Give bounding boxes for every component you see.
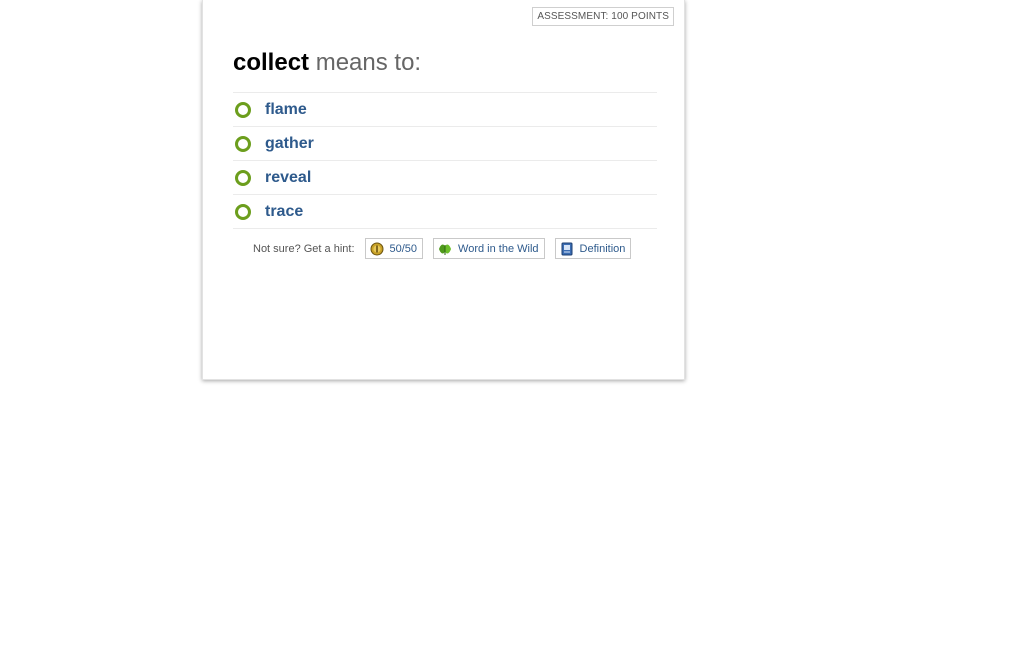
radio-icon[interactable]	[235, 101, 251, 118]
hint-fifty-fifty-button[interactable]: 50/50	[364, 238, 424, 259]
hint-word-in-the-wild-label: Word in the Wild	[458, 242, 539, 255]
choice-label: reveal	[265, 168, 312, 186]
choice-label: gather	[265, 134, 314, 152]
question-heading: collect means to:	[233, 46, 421, 80]
hint-definition-label: Definition	[579, 242, 626, 255]
coin-icon	[370, 242, 383, 255]
answer-choice-flame[interactable]: flame	[233, 93, 657, 127]
leaf-icon	[439, 244, 452, 255]
radio-icon[interactable]	[235, 169, 251, 186]
answer-choice-reveal[interactable]: reveal	[233, 161, 657, 195]
question-prompt: means to:	[309, 49, 422, 76]
book-icon	[561, 242, 573, 255]
radio-icon[interactable]	[235, 135, 251, 152]
question-word: collect	[233, 49, 310, 76]
question-card: ASSESSMENT: 100 POINTS collect means to:…	[202, 0, 685, 380]
hint-prompt: Not sure? Get a hint:	[253, 242, 355, 255]
answer-choice-gather[interactable]: gather	[233, 127, 657, 161]
answer-choice-trace[interactable]: trace	[233, 195, 657, 229]
assessment-points-badge: ASSESSMENT: 100 POINTS	[532, 7, 674, 26]
hint-word-in-the-wild-button[interactable]: Word in the Wild	[433, 238, 545, 259]
hint-bar: Not sure? Get a hint: 50/50 Word in the …	[253, 238, 641, 259]
choice-label: trace	[265, 202, 304, 220]
hint-definition-button[interactable]: Definition	[554, 238, 632, 259]
hint-fifty-fifty-label: 50/50	[389, 242, 418, 255]
choice-label: flame	[265, 100, 307, 118]
radio-icon[interactable]	[235, 203, 251, 220]
answer-choices: flame gather reveal trace	[233, 92, 657, 229]
